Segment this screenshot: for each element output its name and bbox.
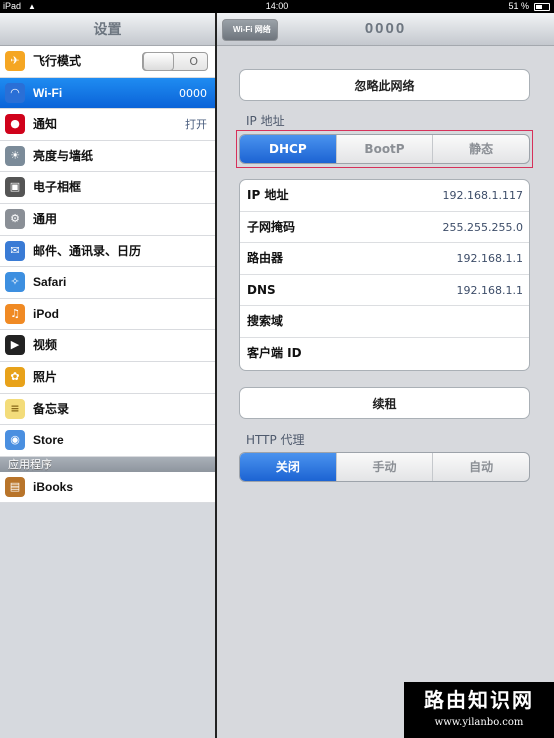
renew-lease-button[interactable]: 续租	[239, 387, 530, 419]
sidebar-item-label: iBooks	[33, 479, 74, 494]
sidebar-item-label: Store	[33, 433, 64, 448]
status-bar: iPad ▲ 14:00 51 %	[0, 0, 554, 13]
brightness-icon: ☀	[5, 145, 25, 166]
sidebar-item-store[interactable]: ◉ Store	[0, 425, 215, 457]
sidebar-item-label: 邮件、通讯录、日历	[33, 243, 142, 258]
table-row-client-id: 客户端 ID	[240, 338, 529, 370]
table-row-router: 路由器 192.168.1.1	[240, 243, 529, 275]
sidebar-item-safari[interactable]: ✧ Safari	[0, 267, 215, 299]
segment-bootp[interactable]: BootP	[335, 135, 433, 163]
watermark-title: 路由知识网	[424, 688, 534, 712]
watermark: 路由知识网 www.yilanbo.com	[404, 682, 554, 738]
segment-proxy-auto[interactable]: 自动	[432, 453, 529, 481]
watermark-url: www.yilanbo.com	[434, 717, 524, 728]
notifications-status: 打开	[185, 118, 207, 132]
apps-section-header: 应用程序	[0, 456, 215, 472]
ip-config-table: IP 地址 192.168.1.117 子网掩码 255.255.255.0 路…	[239, 179, 530, 371]
ip-section-label: IP 地址	[246, 114, 285, 128]
sidebar-item-label: iPod	[33, 306, 59, 321]
notes-icon: ≡	[5, 398, 25, 419]
ip-mode-segmented-control: DHCP BootP 静态	[239, 134, 530, 164]
row-key: DNS	[247, 282, 276, 297]
sidebar-title: 设置	[0, 13, 215, 46]
sidebar-item-label: 电子相框	[33, 180, 82, 195]
picture-frame-icon: ▣	[5, 177, 25, 198]
notifications-icon: ●	[5, 114, 25, 135]
sidebar-item-ipod[interactable]: ♫ iPod	[0, 298, 215, 331]
row-key: 搜索域	[247, 314, 284, 329]
segment-proxy-manual[interactable]: 手动	[335, 453, 433, 481]
row-key: 子网掩码	[247, 219, 296, 234]
sidebar-item-label: Safari	[33, 275, 67, 290]
http-proxy-segmented-control: 关闭 手动 自动	[239, 452, 530, 482]
settings-list: ✈ 飞行模式 O ◠ Wi-Fi 0000 ● 通知 打开 ☀ 亮度与墙纸 ▣ …	[0, 46, 215, 457]
sidebar-item-label: 照片	[33, 369, 58, 384]
back-button[interactable]: Wi-Fi 网络	[222, 19, 278, 41]
toggle-off-label: O	[189, 55, 198, 68]
back-button-label: Wi-Fi 网络	[233, 25, 271, 34]
row-value: 255.255.255.0	[442, 220, 523, 234]
sidebar-item-wifi[interactable]: ◠ Wi-Fi 0000	[0, 77, 215, 110]
toggle-knob	[143, 52, 174, 71]
sidebar-item-airplane-mode[interactable]: ✈ 飞行模式 O	[0, 46, 215, 78]
row-key: IP 地址	[247, 188, 289, 202]
apps-list: ▤ iBooks	[0, 471, 215, 504]
sidebar-item-brightness[interactable]: ☀ 亮度与墙纸	[0, 140, 215, 173]
table-row-subnet-mask: 子网掩码 255.255.255.0	[240, 212, 529, 244]
detail-navbar: Wi-Fi 网络 0000	[217, 13, 554, 46]
wifi-detail-pane: Wi-Fi 网络 0000 忽略此网络 IP 地址 DHCP BootP 静态 …	[217, 13, 554, 738]
gear-icon: ⚙	[5, 208, 25, 229]
wifi-network-name: 0000	[179, 86, 207, 100]
ipod-icon: ♫	[5, 303, 25, 324]
segment-proxy-off[interactable]: 关闭	[240, 453, 336, 481]
battery-percentage: 51 %	[508, 1, 529, 11]
row-key: 客户端 ID	[247, 345, 302, 360]
sidebar-item-notes[interactable]: ≡ 备忘录	[0, 393, 215, 426]
sidebar-item-ibooks[interactable]: ▤ iBooks	[0, 471, 215, 504]
table-row-dns: DNS 192.168.1.1	[240, 275, 529, 307]
safari-icon: ✧	[5, 272, 25, 293]
row-value: 192.168.1.1	[456, 252, 523, 266]
battery-icon	[534, 3, 550, 11]
sidebar-item-label: 通知	[33, 117, 58, 132]
sidebar-item-notifications[interactable]: ● 通知 打开	[0, 109, 215, 141]
segment-static[interactable]: 静态	[432, 135, 529, 163]
sidebar-item-video[interactable]: ▶ 视频	[0, 330, 215, 362]
mail-icon: ✉	[5, 240, 25, 261]
forget-network-button[interactable]: 忽略此网络	[239, 69, 530, 101]
row-value: 192.168.1.117	[442, 189, 523, 202]
row-key: 路由器	[247, 251, 284, 266]
table-row-ip-address: IP 地址 192.168.1.117	[240, 180, 529, 212]
store-icon: ◉	[5, 430, 25, 451]
settings-sidebar: 设置 ✈ 飞行模式 O ◠ Wi-Fi 0000 ● 通知 打开 ☀ 亮度与墙纸…	[0, 13, 215, 738]
row-value: 192.168.1.1	[456, 283, 523, 297]
sidebar-item-general[interactable]: ⚙ 通用	[0, 203, 215, 236]
network-title: 0000	[364, 20, 407, 37]
sidebar-item-label: 视频	[33, 338, 58, 353]
sidebar-item-photos[interactable]: ✿ 照片	[0, 361, 215, 394]
clock: 14:00	[265, 1, 289, 11]
video-icon: ▶	[5, 335, 25, 356]
segment-dhcp[interactable]: DHCP	[240, 135, 336, 163]
sidebar-item-label: 通用	[33, 211, 58, 226]
wifi-icon: ◠	[5, 82, 25, 103]
photos-icon: ✿	[5, 366, 25, 387]
sidebar-item-label: 飞行模式	[33, 54, 82, 68]
sidebar-item-label: 备忘录	[33, 401, 70, 416]
airplane-mode-toggle[interactable]: O	[142, 52, 208, 71]
sidebar-item-label: Wi-Fi	[33, 85, 63, 100]
http-proxy-section-label: HTTP 代理	[246, 433, 305, 447]
table-row-search-domain: 搜索域	[240, 306, 529, 338]
ibooks-icon: ▤	[5, 476, 25, 497]
sidebar-item-mail[interactable]: ✉ 邮件、通讯录、日历	[0, 235, 215, 268]
sidebar-item-label: 亮度与墙纸	[33, 148, 94, 163]
airplane-icon: ✈	[5, 51, 25, 71]
sidebar-item-picture-frame[interactable]: ▣ 电子相框	[0, 172, 215, 204]
